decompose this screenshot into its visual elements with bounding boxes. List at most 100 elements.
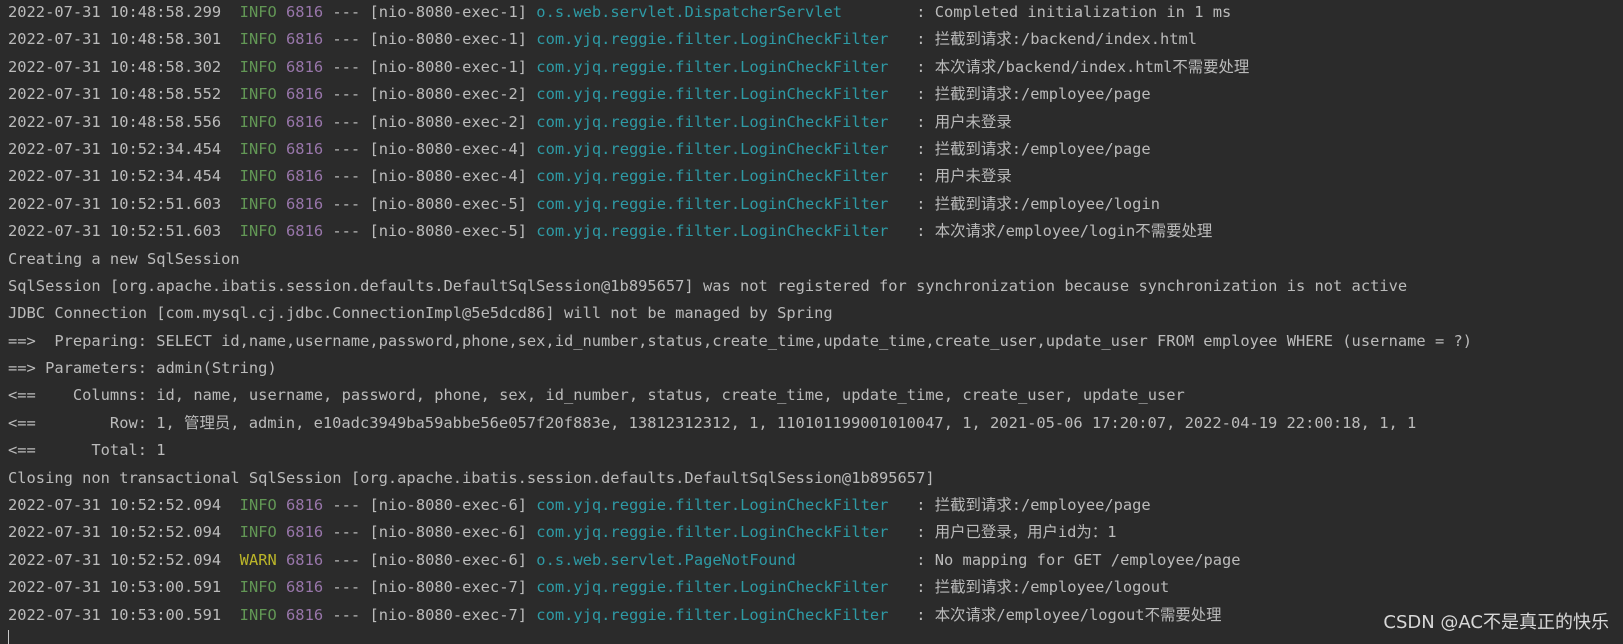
log-pid: 6816 [286,112,324,131]
log-timestamp: 2022-07-31 10:52:34.454 [8,139,222,158]
log-level: INFO [239,496,277,515]
log-separator: --- [332,578,361,597]
log-separator: --- [332,550,361,569]
log-pid: 6816 [286,605,324,624]
log-message: 用户未登录 [934,112,1012,131]
log-line: 2022-07-31 10:48:58.299 INFO 6816 --- [n… [8,3,1232,21]
log-text: ==> Preparing: SELECT id,name,username,p… [8,331,1473,350]
log-timestamp: 2022-07-31 10:48:58.301 [8,30,222,49]
log-timestamp: 2022-07-31 10:48:58.552 [8,85,222,104]
log-line: 2022-07-31 10:48:58.301 INFO 6816 --- [n… [8,30,1198,49]
log-level: WARN [239,550,277,569]
log-thread: [nio-8080-exec-4] [369,167,528,186]
log-pid: 6816 [286,139,324,158]
log-line: 2022-07-31 10:52:51.603 INFO 6816 --- [n… [8,194,1160,213]
log-line: 2022-07-31 10:48:58.556 INFO 6816 --- [n… [8,112,1012,131]
text-cursor [8,630,9,644]
log-timestamp: 2022-07-31 10:52:52.094 [8,550,222,569]
log-message: 拦截到请求:/employee/page [934,496,1151,515]
log-thread: [nio-8080-exec-1] [369,30,528,49]
console-output[interactable]: 2022-07-31 10:48:58.299 INFO 6816 --- [n… [8,0,1618,630]
log-thread: [nio-8080-exec-6] [369,523,528,542]
log-line: JDBC Connection [com.mysql.cj.jdbc.Conne… [8,301,1618,328]
log-line: 2022-07-31 10:52:34.454 INFO 6816 --- [n… [8,167,1012,186]
log-separator: --- [332,3,361,21]
log-text: <== Total: 1 [8,441,166,460]
log-separator: --- [332,222,361,241]
log-pid: 6816 [286,194,324,213]
log-timestamp: 2022-07-31 10:48:58.302 [8,57,222,76]
log-line: 2022-07-31 10:52:51.603 INFO 6816 --- [n… [8,222,1213,241]
log-pid: 6816 [286,57,324,76]
log-pid: 6816 [286,523,324,542]
log-logger: com.yjq.reggie.filter.LoginCheckFilter [536,139,907,158]
log-separator: --- [332,85,361,104]
log-timestamp: 2022-07-31 10:52:52.094 [8,496,222,515]
log-message: 拦截到请求:/employee/page [934,139,1151,158]
log-pid: 6816 [286,496,324,515]
log-logger: com.yjq.reggie.filter.LoginCheckFilter [536,167,907,186]
log-message: 用户已登录，用户id为：1 [934,523,1117,542]
log-line: 2022-07-31 10:48:58.552 INFO 6816 --- [n… [8,85,1151,104]
log-separator: --- [332,605,361,624]
log-line: ==> Parameters: admin(String) [8,356,1618,383]
log-line: <== Row: 1, 管理员, admin, e10adc3949ba59ab… [8,411,1618,438]
log-text: ==> Parameters: admin(String) [8,359,277,378]
log-timestamp: 2022-07-31 10:52:51.603 [8,194,222,213]
log-separator: --- [332,30,361,49]
log-level: INFO [239,222,277,241]
log-line: SqlSession [org.apache.ibatis.session.de… [8,274,1618,301]
log-logger: o.s.web.servlet.PageNotFound [536,550,907,569]
log-pid: 6816 [286,578,324,597]
watermark: CSDN @AC不是真正的快乐 [1383,612,1609,633]
log-line: 2022-07-31 10:53:00.591 INFO 6816 --- [n… [8,605,1222,624]
log-timestamp: 2022-07-31 10:52:52.094 [8,523,222,542]
log-separator: --- [332,496,361,515]
log-message: 本次请求/employee/login不需要处理 [934,222,1213,241]
log-level: INFO [239,523,277,542]
log-separator: --- [332,194,361,213]
log-pid: 6816 [286,3,324,21]
log-text: Creating a new SqlSession [8,249,240,268]
log-logger: com.yjq.reggie.filter.LoginCheckFilter [536,57,907,76]
log-level: INFO [239,57,277,76]
log-thread: [nio-8080-exec-4] [369,139,528,158]
log-level: INFO [239,167,277,186]
log-thread: [nio-8080-exec-6] [369,550,528,569]
log-line: <== Columns: id, name, username, passwor… [8,383,1618,410]
log-thread: [nio-8080-exec-2] [369,112,528,131]
log-thread: [nio-8080-exec-2] [369,85,528,104]
log-thread: [nio-8080-exec-5] [369,222,528,241]
log-level: INFO [239,3,277,21]
log-logger: com.yjq.reggie.filter.LoginCheckFilter [536,523,907,542]
log-line: 2022-07-31 10:52:34.454 INFO 6816 --- [n… [8,139,1151,158]
log-thread: [nio-8080-exec-5] [369,194,528,213]
log-logger: com.yjq.reggie.filter.LoginCheckFilter [536,112,907,131]
log-text: JDBC Connection [com.mysql.cj.jdbc.Conne… [8,304,833,323]
log-logger: com.yjq.reggie.filter.LoginCheckFilter [536,578,907,597]
log-message: 拦截到请求:/employee/page [934,85,1151,104]
log-logger: com.yjq.reggie.filter.LoginCheckFilter [536,605,907,624]
log-logger: com.yjq.reggie.filter.LoginCheckFilter [536,85,907,104]
log-text: Closing non transactional SqlSession [or… [8,468,935,487]
log-pid: 6816 [286,550,324,569]
log-message: 本次请求/employee/logout不需要处理 [934,605,1222,624]
log-timestamp: 2022-07-31 10:48:58.299 [8,3,222,21]
log-line: 2022-07-31 10:53:00.591 INFO 6816 --- [n… [8,578,1170,597]
log-message: No mapping for GET /employee/page [934,550,1241,569]
log-line: 2022-07-31 10:52:52.094 INFO 6816 --- [n… [8,523,1117,542]
log-level: INFO [239,605,277,624]
log-message: 用户未登录 [934,167,1012,186]
log-line: Creating a new SqlSession [8,247,1618,274]
log-level: INFO [239,30,277,49]
log-timestamp: 2022-07-31 10:48:58.556 [8,112,222,131]
log-line: <== Total: 1 [8,438,1618,465]
log-timestamp: 2022-07-31 10:53:00.591 [8,578,222,597]
log-level: INFO [239,194,277,213]
log-level: INFO [239,139,277,158]
log-line: 2022-07-31 10:52:52.094 INFO 6816 --- [n… [8,496,1151,515]
log-timestamp: 2022-07-31 10:52:51.603 [8,222,222,241]
log-thread: [nio-8080-exec-7] [369,605,528,624]
log-line: ==> Preparing: SELECT id,name,username,p… [8,329,1618,356]
log-thread: [nio-8080-exec-1] [369,3,528,21]
